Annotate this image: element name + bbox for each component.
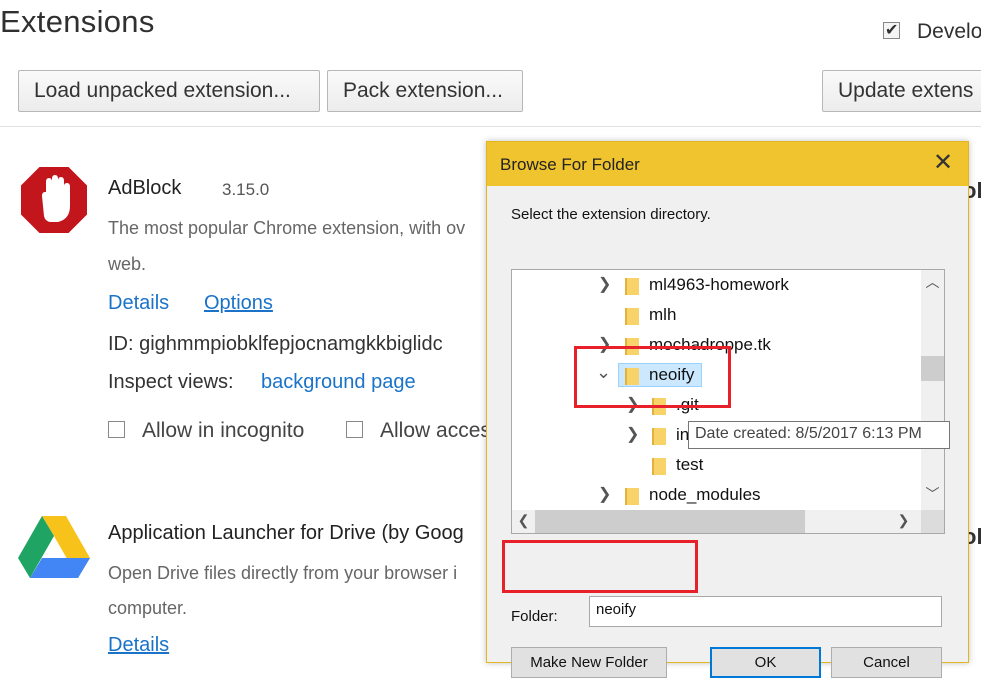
chevron-right-icon[interactable]: ❯ bbox=[598, 274, 611, 294]
load-unpacked-button[interactable]: Load unpacked extension... bbox=[18, 70, 320, 112]
adblock-id: ID: gighmmpiobklfepjocnamgkkbiglidc bbox=[108, 333, 443, 355]
allow-access-checkbox[interactable] bbox=[346, 421, 363, 438]
inspect-views-label: Inspect views: bbox=[108, 371, 234, 393]
tree-item-label: mlh bbox=[649, 305, 677, 324]
scroll-down-icon[interactable]: ﹀ bbox=[921, 484, 944, 504]
ok-button[interactable]: OK bbox=[710, 647, 821, 678]
developer-mode-label: Develo bbox=[917, 20, 981, 43]
tree-item[interactable]: ❯ node_modules bbox=[512, 480, 921, 510]
adblock-description-cont: web. bbox=[108, 254, 147, 274]
adblock-options-link[interactable]: Options bbox=[204, 292, 273, 315]
cancel-button[interactable]: Cancel bbox=[831, 647, 942, 678]
scroll-up-icon[interactable]: ︿ bbox=[921, 272, 944, 292]
adblock-version: 3.15.0 bbox=[222, 180, 270, 199]
folder-icon bbox=[652, 428, 666, 445]
tree-item-label: ml4963-homework bbox=[649, 275, 789, 294]
vertical-scrollbar[interactable]: ︿ ﹀ bbox=[921, 270, 944, 510]
scroll-right-icon[interactable]: ❯ bbox=[892, 512, 915, 529]
drive-launcher-description: Open Drive files directly from your brow… bbox=[108, 563, 458, 583]
tree-item[interactable]: mlh bbox=[512, 300, 921, 330]
developer-mode-checkbox[interactable] bbox=[883, 20, 900, 40]
dialog-title-bar[interactable]: Browse For Folder ✕ bbox=[487, 142, 968, 186]
tree-item[interactable]: test bbox=[512, 450, 921, 480]
annotation-box-neoify bbox=[574, 346, 731, 408]
pack-extension-button[interactable]: Pack extension... bbox=[327, 70, 523, 112]
update-extensions-button[interactable]: Update extens bbox=[822, 70, 981, 112]
adblock-description: The most popular Chrome extension, with … bbox=[108, 218, 466, 238]
close-icon[interactable]: ✕ bbox=[930, 150, 956, 176]
folder-field[interactable]: neoify bbox=[589, 596, 942, 627]
folder-icon bbox=[625, 488, 639, 505]
make-new-folder-button[interactable]: Make New Folder bbox=[511, 647, 667, 678]
scroll-corner bbox=[921, 510, 944, 533]
adblock-name: AdBlock bbox=[108, 177, 182, 199]
allow-incognito-checkbox[interactable] bbox=[108, 421, 125, 438]
divider bbox=[0, 126, 981, 127]
drive-launcher-description-cont: computer. bbox=[108, 598, 188, 618]
tree-item-label: test bbox=[676, 455, 704, 474]
background-page-link[interactable]: background page bbox=[261, 371, 416, 394]
folder-icon bbox=[625, 278, 639, 295]
allow-incognito-label: Allow in incognito bbox=[142, 419, 305, 442]
chevron-right-icon[interactable]: ❯ bbox=[626, 424, 639, 444]
tree-item[interactable]: ❯ ml4963-homework bbox=[512, 270, 921, 300]
adblock-details-link[interactable]: Details bbox=[108, 292, 169, 315]
horizontal-scrollbar[interactable]: ❮ ❯ bbox=[512, 510, 921, 533]
drive-launcher-details-link[interactable]: Details bbox=[108, 634, 169, 657]
vertical-scroll-thumb[interactable] bbox=[921, 356, 944, 381]
chevron-right-icon[interactable]: ❯ bbox=[598, 484, 611, 504]
annotation-box-folder bbox=[502, 540, 698, 593]
scroll-left-icon[interactable]: ❮ bbox=[512, 512, 535, 529]
allow-access-label: Allow acces bbox=[380, 419, 491, 442]
tree-item-label: node_modules bbox=[649, 485, 761, 504]
date-created-tooltip: Date created: 8/5/2017 6:13 PM bbox=[688, 421, 950, 449]
drive-launcher-name: Application Launcher for Drive (by Goog bbox=[108, 522, 464, 544]
dialog-title: Browse For Folder bbox=[500, 155, 640, 174]
folder-label: Folder: bbox=[511, 608, 558, 625]
page-title: Extensions bbox=[0, 4, 155, 39]
adblock-icon bbox=[18, 164, 90, 236]
google-drive-icon bbox=[18, 514, 90, 578]
folder-icon bbox=[652, 458, 666, 475]
dialog-instruction: Select the extension directory. bbox=[511, 206, 711, 223]
horizontal-scroll-thumb[interactable] bbox=[535, 510, 805, 533]
folder-icon bbox=[625, 308, 639, 325]
